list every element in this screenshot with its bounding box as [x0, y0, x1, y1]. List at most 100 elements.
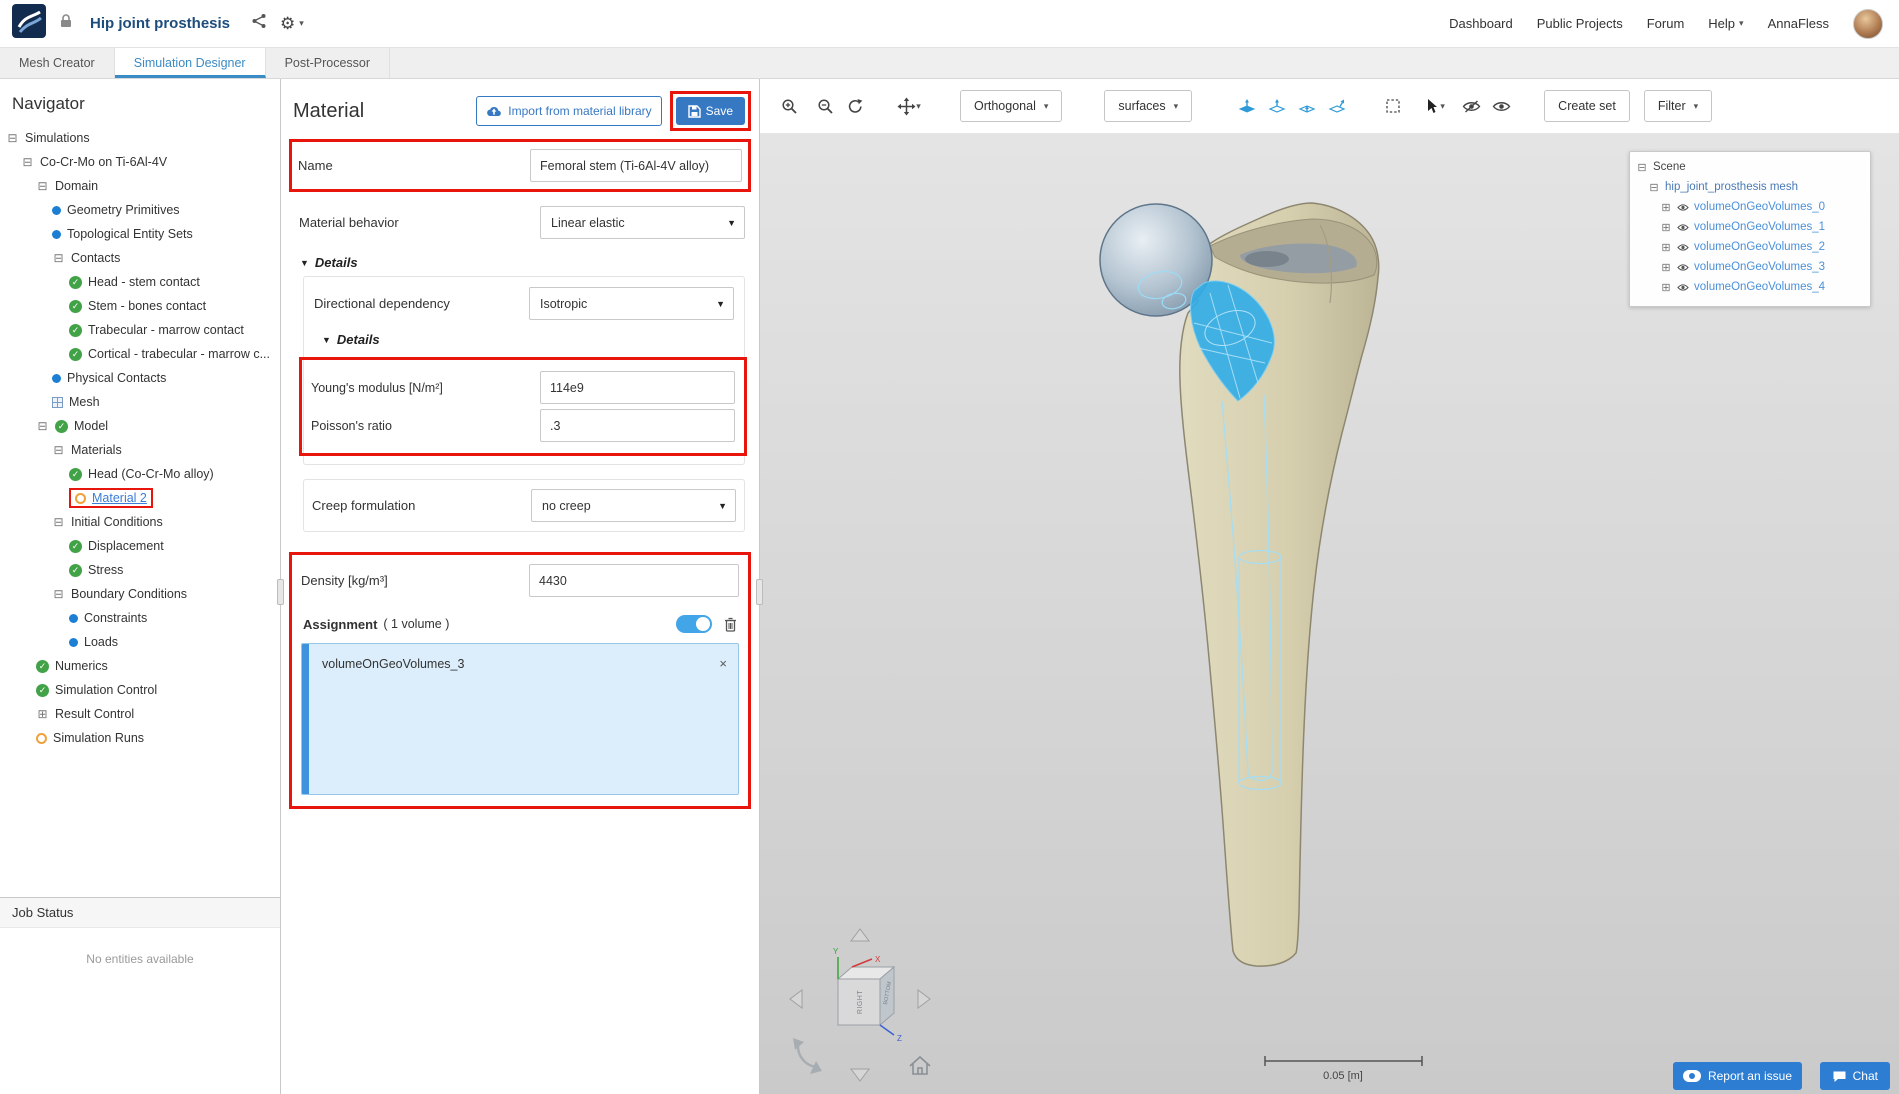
- zoom-out-icon[interactable]: [810, 91, 840, 121]
- user-avatar[interactable]: [1853, 9, 1883, 39]
- tree-item-cortical-trabecular-marrow-contact[interactable]: ✓Cortical - trabecular - marrow c...: [0, 342, 280, 366]
- collapse-icon[interactable]: ⊟: [36, 179, 49, 193]
- tree-item-result-control[interactable]: ⊞Result Control: [0, 702, 280, 726]
- poissons-ratio-input[interactable]: [540, 409, 735, 442]
- clip-plane-y-icon[interactable]: [1292, 91, 1322, 121]
- collapse-icon[interactable]: ⊟: [36, 419, 49, 433]
- visibility-eye-icon[interactable]: [1677, 203, 1689, 212]
- tree-item-simulation-control[interactable]: ✓Simulation Control: [0, 678, 280, 702]
- import-material-library-button[interactable]: Import from material library: [476, 96, 661, 126]
- navigation-cube[interactable]: RIGHT BOTTOM Y X Z: [790, 929, 930, 1081]
- collapse-icon[interactable]: ⊟: [1648, 181, 1660, 194]
- directional-dependency-select[interactable]: Isotropic▼: [529, 287, 734, 320]
- tree-item-stem-bones-contact[interactable]: ✓Stem - bones contact: [0, 294, 280, 318]
- nav-username[interactable]: AnnaFless: [1768, 16, 1829, 31]
- zoom-in-icon[interactable]: [774, 91, 804, 121]
- visibility-eye-icon[interactable]: [1677, 263, 1689, 272]
- settings-gear-icon[interactable]: ⚙▾: [280, 15, 304, 32]
- report-issue-button[interactable]: Report an issue: [1673, 1062, 1802, 1090]
- collapse-icon[interactable]: ⊟: [6, 131, 19, 145]
- visibility-eye-icon[interactable]: [1677, 243, 1689, 252]
- trash-icon[interactable]: [724, 617, 737, 632]
- tree-item-simulations[interactable]: ⊟Simulations: [0, 126, 280, 150]
- chat-button[interactable]: Chat: [1820, 1062, 1890, 1090]
- tree-item-numerics[interactable]: ✓Numerics: [0, 654, 280, 678]
- panel-resize-handle[interactable]: [756, 579, 763, 605]
- render-mode-button[interactable]: surfaces▾: [1104, 90, 1192, 122]
- nav-help[interactable]: Help▾: [1708, 16, 1743, 31]
- tree-item-head-material[interactable]: ✓Head (Co-Cr-Mo alloy): [0, 462, 280, 486]
- expand-icon[interactable]: ⊞: [1660, 221, 1672, 234]
- visibility-eye-icon[interactable]: [1677, 283, 1689, 292]
- tree-item-constraints[interactable]: Constraints: [0, 606, 280, 630]
- assignment-item[interactable]: volumeOnGeoVolumes_3 ×: [309, 644, 738, 794]
- tree-item-simulation-runs[interactable]: Simulation Runs: [0, 726, 280, 750]
- scene-volume-item[interactable]: ⊞volumeOnGeoVolumes_0: [1636, 197, 1866, 217]
- clip-plane-icon[interactable]: [1232, 91, 1262, 121]
- scene-mesh-item[interactable]: ⊟hip_joint_prosthesis mesh: [1636, 177, 1866, 197]
- tree-item-initial-conditions[interactable]: ⊟Initial Conditions: [0, 510, 280, 534]
- clip-plane-x-icon[interactable]: [1262, 91, 1292, 121]
- collapse-icon[interactable]: ⊟: [52, 443, 65, 457]
- collapse-icon[interactable]: ⊟: [52, 515, 65, 529]
- tree-item-model[interactable]: ⊟✓Model: [0, 414, 280, 438]
- nav-forum[interactable]: Forum: [1647, 16, 1685, 31]
- expand-icon[interactable]: ⊞: [1660, 261, 1672, 274]
- pan-icon[interactable]: ▾: [894, 91, 924, 121]
- remove-assignment-icon[interactable]: ×: [719, 657, 727, 670]
- scene-volume-item[interactable]: ⊞volumeOnGeoVolumes_2: [1636, 237, 1866, 257]
- share-icon[interactable]: [251, 13, 267, 34]
- tree-item-materials[interactable]: ⊟Materials: [0, 438, 280, 462]
- tree-item-geometry-primitives[interactable]: Geometry Primitives: [0, 198, 280, 222]
- material-behavior-select[interactable]: Linear elastic▼: [540, 206, 745, 239]
- projection-mode-button[interactable]: Orthogonal▾: [960, 90, 1062, 122]
- tree-item-head-stem-contact[interactable]: ✓Head - stem contact: [0, 270, 280, 294]
- scene-volume-item[interactable]: ⊞volumeOnGeoVolumes_4: [1636, 277, 1866, 297]
- create-set-button[interactable]: Create set: [1544, 90, 1630, 122]
- hide-selection-icon[interactable]: [1456, 91, 1486, 121]
- save-button[interactable]: Save: [676, 97, 745, 125]
- tab-post-processor[interactable]: Post-Processor: [266, 48, 390, 78]
- assignment-toggle[interactable]: [676, 615, 712, 633]
- collapse-icon[interactable]: ⊟: [52, 587, 65, 601]
- tree-item-domain[interactable]: ⊟Domain: [0, 174, 280, 198]
- tree-item-boundary-conditions[interactable]: ⊟Boundary Conditions: [0, 582, 280, 606]
- app-logo[interactable]: [12, 4, 46, 43]
- tree-item-loads[interactable]: Loads: [0, 630, 280, 654]
- filter-button[interactable]: Filter▾: [1644, 90, 1712, 122]
- collapse-icon[interactable]: ⊟: [21, 155, 34, 169]
- nav-public-projects[interactable]: Public Projects: [1537, 16, 1623, 31]
- expand-icon[interactable]: ⊞: [1660, 281, 1672, 294]
- tree-item-material-2[interactable]: Material 2: [0, 486, 280, 510]
- tree-item-displacement[interactable]: ✓Displacement: [0, 534, 280, 558]
- tree-item-topological-entity-sets[interactable]: Topological Entity Sets: [0, 222, 280, 246]
- tree-item-trabecular-marrow-contact[interactable]: ✓Trabecular - marrow contact: [0, 318, 280, 342]
- scene-volume-item[interactable]: ⊞volumeOnGeoVolumes_3: [1636, 257, 1866, 277]
- tree-item-mesh[interactable]: Mesh: [0, 390, 280, 414]
- visibility-eye-icon[interactable]: [1677, 223, 1689, 232]
- tree-item-stress[interactable]: ✓Stress: [0, 558, 280, 582]
- details-subsection-header[interactable]: ▼Details: [322, 332, 736, 347]
- scene-volume-item[interactable]: ⊞volumeOnGeoVolumes_1: [1636, 217, 1866, 237]
- material-name-input[interactable]: [530, 149, 742, 182]
- show-all-icon[interactable]: [1486, 91, 1516, 121]
- expand-icon[interactable]: ⊞: [1660, 241, 1672, 254]
- nav-dashboard[interactable]: Dashboard: [1449, 16, 1513, 31]
- details-section-header[interactable]: ▼Details: [300, 255, 753, 270]
- tab-simulation-designer[interactable]: Simulation Designer: [115, 48, 266, 78]
- clip-plane-z-icon[interactable]: [1322, 91, 1352, 121]
- tree-item-physical-contacts[interactable]: Physical Contacts: [0, 366, 280, 390]
- creep-formulation-select[interactable]: no creep▼: [531, 489, 736, 522]
- viewport-canvas[interactable]: RIGHT BOTTOM Y X Z: [760, 133, 1899, 1094]
- expand-icon[interactable]: ⊞: [36, 707, 49, 721]
- tree-item-co-cr-mo[interactable]: ⊟Co-Cr-Mo on Ti-6Al-4V: [0, 150, 280, 174]
- reset-view-icon[interactable]: [840, 91, 870, 121]
- panel-resize-handle[interactable]: [277, 579, 284, 605]
- collapse-icon[interactable]: ⊟: [52, 251, 65, 265]
- density-input[interactable]: [529, 564, 739, 597]
- tab-mesh-creator[interactable]: Mesh Creator: [0, 48, 115, 78]
- box-select-icon[interactable]: [1378, 91, 1408, 121]
- collapse-icon[interactable]: ⊟: [1636, 161, 1648, 174]
- cursor-select-icon[interactable]: ▾: [1420, 91, 1450, 121]
- youngs-modulus-input[interactable]: [540, 371, 735, 404]
